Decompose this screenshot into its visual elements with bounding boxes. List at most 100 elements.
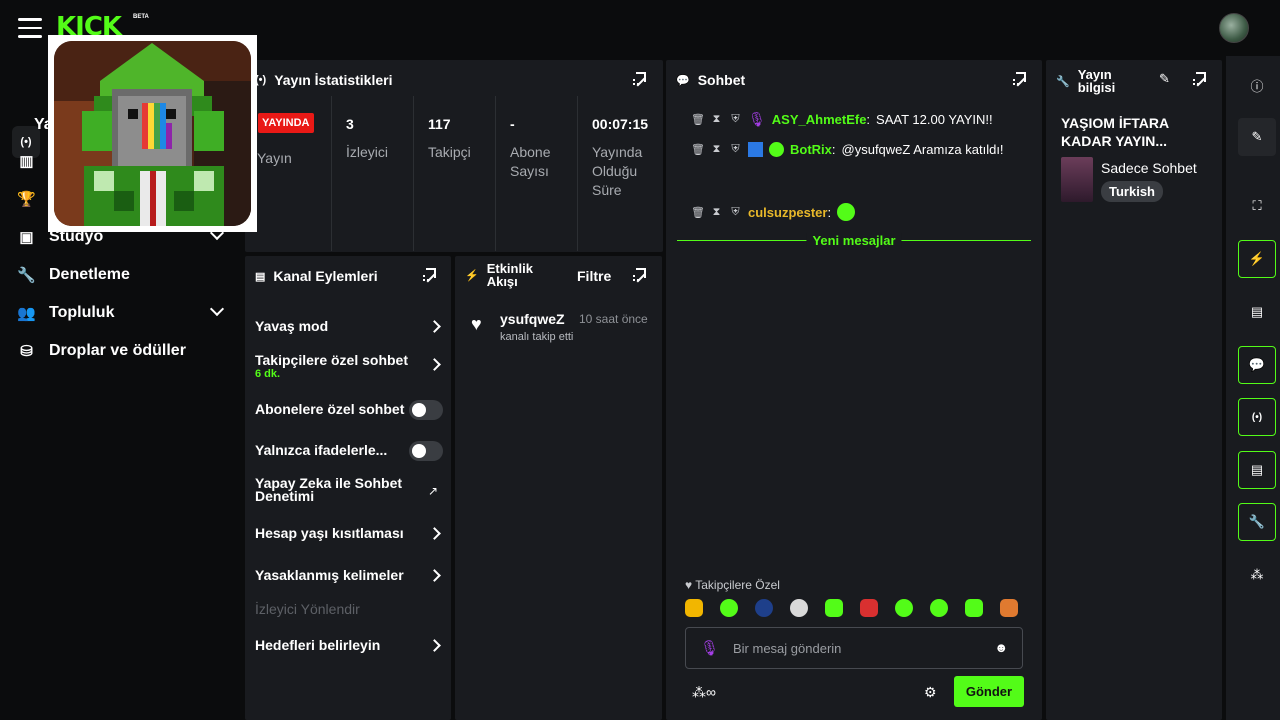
ban-icon[interactable]: ⛨ <box>729 143 742 156</box>
chat-icon[interactable]: 💬 <box>1238 346 1276 384</box>
ban-icon[interactable]: ⛨ <box>729 113 742 126</box>
edit-icon[interactable]: ✎ <box>1159 71 1170 87</box>
chevron-down-icon[interactable] <box>209 301 225 317</box>
focus-icon[interactable]: ⛶ <box>1238 187 1276 225</box>
tag-badge[interactable]: Turkish <box>1101 181 1163 202</box>
emote-icon[interactable] <box>895 599 913 617</box>
ban-icon[interactable]: ⛨ <box>729 206 742 219</box>
sidebar-item-trophy[interactable]: 🏆 <box>17 190 36 208</box>
panel-title: Sohbet <box>697 72 746 88</box>
filter-button[interactable]: Filtre <box>577 268 611 284</box>
stat-takipci: 117 Takipçi <box>413 96 495 251</box>
popout-icon[interactable] <box>1193 72 1206 85</box>
emote-icon[interactable] <box>1000 599 1018 617</box>
action-subscribers-only[interactable]: Abonelere özel sohbet <box>255 400 443 420</box>
chat-input[interactable]: 🎙 Bir mesaj gönderin ☻ <box>685 627 1023 669</box>
broadcast-icon[interactable]: (•) <box>1238 398 1276 436</box>
document-icon[interactable]: ▤ <box>1238 293 1276 331</box>
emotes-only-toggle[interactable] <box>409 441 443 461</box>
emote-icon[interactable] <box>825 599 843 617</box>
chat-username[interactable]: ASY_AhmetEfe <box>772 112 867 127</box>
mic-badge-icon: 🎙 <box>748 111 766 127</box>
sidebar-item-denetleme[interactable]: 🔧 Denetleme <box>17 266 130 284</box>
subscribers-only-toggle[interactable] <box>409 400 443 420</box>
action-goals[interactable]: Hedefleri belirleyin <box>255 637 441 653</box>
popout-icon[interactable] <box>633 268 646 281</box>
action-banned-words[interactable]: Yasaklanmış kelimeler <box>255 567 441 583</box>
panel-header: (•) Yayın İstatistikleri <box>255 72 392 88</box>
external-link-icon[interactable]: ↗ <box>428 484 438 498</box>
category-thumbnail[interactable] <box>1061 157 1093 202</box>
sidebar-item-droplar[interactable]: ⛁ Droplar ve ödüller <box>18 342 186 360</box>
info-icon[interactable]: ⓘ <box>1238 66 1276 104</box>
chat-placeholder: Bir mesaj gönderin <box>733 641 842 656</box>
timeout-icon[interactable]: ⧗ <box>710 143 723 156</box>
stat-value: 3 <box>346 116 354 132</box>
emote-icon[interactable] <box>930 599 948 617</box>
action-followers-only[interactable]: Takipçilere özel sohbet 6 dk. <box>255 352 441 380</box>
gear-icon[interactable]: ⚙ <box>924 684 937 701</box>
lightning-icon: ⚡ <box>465 269 479 282</box>
delete-icon[interactable]: 🗑 <box>691 113 705 126</box>
chat-text: SAAT 12.00 YAYIN!! <box>876 112 993 127</box>
action-label: İzleyici Yönlendir <box>255 601 360 617</box>
emote-icon[interactable] <box>720 599 738 617</box>
sidebar-item-topluluk[interactable]: 👥 Topluluk <box>17 304 114 322</box>
followers-only-label: Takipçilere Özel <box>695 578 780 592</box>
action-label: Abonelere özel sohbet <box>255 401 405 417</box>
emote-icon <box>837 203 856 221</box>
sidebar-item-stats[interactable]: ▥ <box>18 152 35 170</box>
send-button[interactable]: Gönder <box>954 676 1024 707</box>
event-desc: kanalı takip etti <box>500 331 574 343</box>
chat-message: 🗑 ⧗ ⛨ culsuzpester: <box>691 203 856 221</box>
pencil-icon[interactable]: ✎ <box>1238 118 1276 156</box>
emote-icon[interactable] <box>860 599 878 617</box>
popout-icon[interactable] <box>633 72 646 85</box>
user-avatar[interactable] <box>1219 13 1249 43</box>
menu-icon[interactable] <box>18 18 42 38</box>
action-raid: İzleyici Yönlendir <box>255 601 441 617</box>
action-label: Hedefleri belirleyin <box>255 637 381 653</box>
panel-title: Kanal Eylemleri <box>273 268 378 284</box>
emote-icon[interactable] <box>755 599 773 617</box>
stat-label: Abone Sayısı <box>510 144 551 179</box>
emoji-icon[interactable]: ☻ <box>994 640 1008 655</box>
panel-header: ▤ Kanal Eylemleri <box>255 268 378 284</box>
points-icon[interactable]: ⁂ <box>1238 556 1276 594</box>
heart-icon: ♥ <box>685 578 696 592</box>
lightning-icon[interactable]: ⚡ <box>1238 240 1276 278</box>
delete-icon[interactable]: 🗑 <box>691 206 705 219</box>
emote-icon[interactable] <box>790 599 808 617</box>
action-ai-moderation[interactable]: Yapay Zeka ile Sohbet Denetimi <box>255 476 405 503</box>
mic-icon[interactable]: 🎙 <box>700 639 719 657</box>
action-emotes-only[interactable]: Yalnızca ifadelerle... <box>255 441 443 461</box>
delete-icon[interactable]: 🗑 <box>691 143 705 156</box>
points-icon[interactable]: ⁂∞ <box>692 684 716 701</box>
chevron-right-icon <box>428 320 441 333</box>
drops-icon: ⛁ <box>20 343 33 360</box>
channel-icon: ▤ <box>255 270 266 283</box>
action-slow-mode[interactable]: Yavaş mod <box>255 318 441 334</box>
studio-icon: ▣ <box>19 229 34 246</box>
emote-icon[interactable] <box>685 599 703 617</box>
category-name[interactable]: Sadece Sohbet <box>1101 160 1197 176</box>
action-label: Takipçilere özel sohbet <box>255 352 409 368</box>
wrench-icon[interactable]: 🔧 <box>1238 503 1276 541</box>
sidebar-item-label: Denetleme <box>49 266 130 283</box>
event-user[interactable]: ysufqweZ <box>500 311 565 327</box>
channel-icon[interactable]: ▤ <box>1238 451 1276 489</box>
activity-feed-panel: ⚡ Etkinlik Akışı Filtre ♥ ysufqweZ 10 saa… <box>455 256 662 720</box>
stat-value: 117 <box>428 116 451 132</box>
timeout-icon[interactable]: ⧗ <box>710 206 723 219</box>
panel-header: ⚡ Etkinlik Akışı <box>465 262 547 288</box>
timeout-icon[interactable]: ⧗ <box>710 113 723 126</box>
popout-icon[interactable] <box>423 268 436 281</box>
chat-username[interactable]: BotRix <box>790 142 832 157</box>
sidebar-item-label: Droplar ve ödüller <box>49 342 186 359</box>
action-account-age[interactable]: Hesap yaşı kısıtlaması <box>255 525 441 541</box>
panel-title: Etkinlik Akışı <box>486 261 533 289</box>
emote-icon[interactable] <box>965 599 983 617</box>
chat-username[interactable]: culsuzpester <box>748 205 827 220</box>
panel-header: 💬 Sohbet <box>676 72 745 88</box>
popout-icon[interactable] <box>1013 72 1026 85</box>
